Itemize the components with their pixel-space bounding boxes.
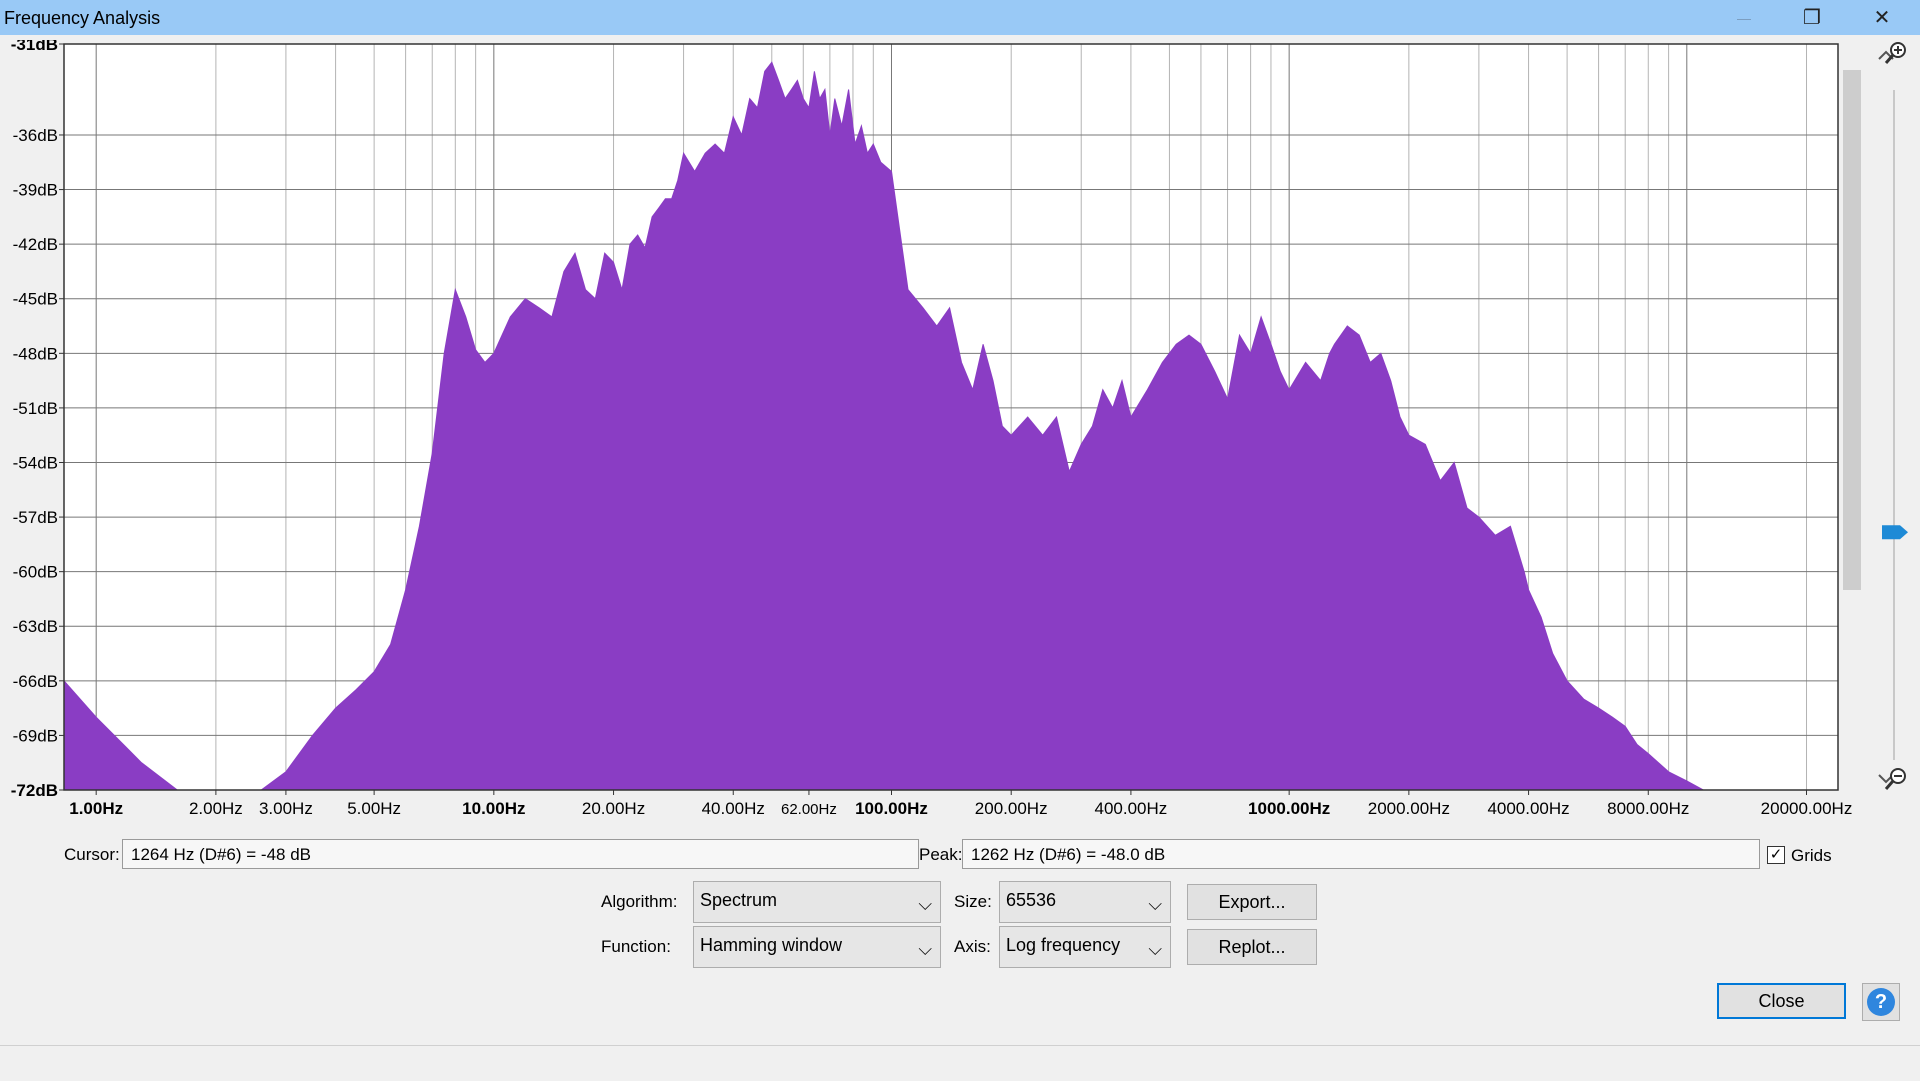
help-button[interactable]: ? xyxy=(1862,983,1900,1021)
window-title: Frequency Analysis xyxy=(4,8,161,28)
axis-label: Axis: xyxy=(954,937,991,956)
y-tick-label: -42dB xyxy=(13,235,58,254)
chevron-down-icon: ⌵ xyxy=(918,894,932,914)
x-tick-label: 200.00Hz xyxy=(975,799,1048,818)
x-tick-label: 4000.00Hz xyxy=(1487,799,1569,818)
y-tick-label: -48dB xyxy=(13,344,58,363)
restore-icon: ❐ xyxy=(1803,7,1821,29)
y-tick-label: -57dB xyxy=(13,508,58,527)
x-tick-label: 40.00Hz xyxy=(702,799,765,818)
algorithm-value: Spectrum xyxy=(700,890,778,910)
size-select[interactable]: 65536 ⌵ xyxy=(999,881,1171,923)
x-tick-label: 1.00Hz xyxy=(69,799,123,818)
y-tick-label: -51dB xyxy=(13,399,58,418)
function-label: Function: xyxy=(601,937,671,956)
x-tick-label: 400.00Hz xyxy=(1095,799,1168,818)
y-tick-label: -72dB xyxy=(11,781,58,800)
x-tick-label: 2.00Hz xyxy=(189,799,243,818)
minimize-icon: — xyxy=(1737,9,1751,26)
scrollbar-thumb[interactable] xyxy=(1843,70,1861,590)
peak-readout: 1262 Hz (D#6) = -48.0 dB xyxy=(962,839,1760,869)
x-tick-label: 62.00Hz xyxy=(781,801,837,818)
y-tick-label: -45dB xyxy=(13,290,58,309)
spectrum-chart[interactable]: -31dB -36dB -39dB -42dB -45dB -48dB -51dB -54dB… xyxy=(0,40,1920,840)
x-tick-label: 5.00Hz xyxy=(347,799,401,818)
y-tick-label: -31dB xyxy=(11,40,58,54)
close-window-button[interactable]: ✕ xyxy=(1854,0,1910,35)
x-tick-label: 10.00Hz xyxy=(462,799,525,818)
y-tick-label: -36dB xyxy=(13,126,58,145)
spectrum-plot-area: -31dB -36dB -39dB -42dB -45dB -48dB -51dB -54dB… xyxy=(0,40,1920,840)
function-value: Hamming window xyxy=(700,935,843,955)
grids-checkbox[interactable]: ✓ xyxy=(1767,846,1785,864)
peak-label: Peak: xyxy=(919,845,963,864)
chevron-down-icon: ⌵ xyxy=(1148,939,1162,959)
x-tick-label: 3.00Hz xyxy=(259,799,313,818)
status-bar xyxy=(0,1045,1920,1081)
minimize-button[interactable]: — xyxy=(1716,0,1772,35)
algorithm-label: Algorithm: xyxy=(601,892,678,911)
size-value: 65536 xyxy=(1006,890,1057,910)
x-tick-label: 2000.00Hz xyxy=(1368,799,1450,818)
y-tick-label: -39dB xyxy=(13,181,58,200)
algorithm-select[interactable]: Spectrum ⌵ xyxy=(693,881,941,923)
y-tick-label: -66dB xyxy=(13,672,58,691)
x-tick-label: 8000.00Hz xyxy=(1607,799,1689,818)
close-button[interactable]: Close xyxy=(1717,983,1846,1019)
y-tick-label: -69dB xyxy=(13,726,58,745)
restore-button[interactable]: ❐ xyxy=(1784,0,1840,35)
replot-button[interactable]: Replot... xyxy=(1187,929,1317,965)
axis-select[interactable]: Log frequency ⌵ xyxy=(999,926,1171,968)
y-tick-label: -60dB xyxy=(13,563,58,582)
chevron-down-icon: ⌵ xyxy=(918,939,932,959)
x-tick-label: 20000.00Hz xyxy=(1761,799,1853,818)
help-icon: ? xyxy=(1867,988,1895,1016)
x-tick-label: 20.00Hz xyxy=(582,799,645,818)
x-tick-label: 1000.00Hz xyxy=(1248,799,1330,818)
x-tick-label: 100.00Hz xyxy=(855,799,928,818)
chevron-down-icon: ⌵ xyxy=(1148,894,1162,914)
title-bar: Frequency Analysis — ❐ ✕ xyxy=(0,0,1920,35)
size-label: Size: xyxy=(954,892,992,911)
cursor-readout: 1264 Hz (D#6) = -48 dB xyxy=(122,839,919,869)
close-icon: ✕ xyxy=(1873,7,1891,29)
y-tick-label: -63dB xyxy=(13,617,58,636)
export-button[interactable]: Export... xyxy=(1187,884,1317,920)
function-select[interactable]: Hamming window ⌵ xyxy=(693,926,941,968)
grids-label: Grids xyxy=(1791,846,1832,865)
cursor-label: Cursor: xyxy=(64,845,120,864)
axis-value: Log frequency xyxy=(1006,935,1121,955)
y-tick-label: -54dB xyxy=(13,453,58,472)
vertical-scrollbar[interactable] xyxy=(1840,68,1861,790)
